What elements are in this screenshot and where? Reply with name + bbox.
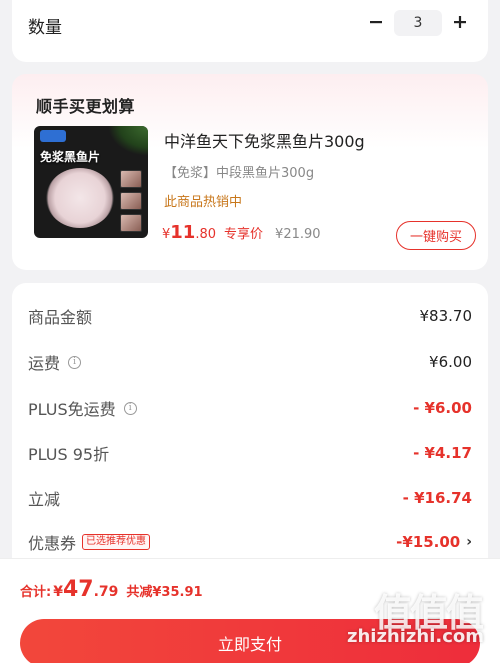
order-total: 合计: ¥ 47 .79 共减¥35.91 [20,577,203,602]
row-value: - ¥4.17 [413,444,472,462]
product-name[interactable]: 中洋鱼天下免浆黑鱼片300g [164,128,365,152]
row-label: 商品金额 [28,308,93,327]
bundle-card: 顺手买更划算 免浆黑鱼片 中洋鱼天下免浆黑鱼片300g 【免浆】中段黑鱼片300… [12,74,488,270]
checkout-bar: 合计: ¥ 47 .79 共减¥35.91 立即支付 [0,558,500,663]
thumb-image [120,192,142,210]
summary-row-shipping: 运费 i ¥6.00 [28,350,472,374]
one-click-buy-button[interactable]: 一键购买 [396,221,476,250]
info-icon[interactable]: i [68,355,82,369]
hot-sale-label: 此商品热销中 [164,195,243,210]
price-currency: ¥ [162,227,171,242]
pay-now-button[interactable]: 立即支付 [20,619,480,663]
product-price: ¥ 11 .80 专享价 ¥21.90 [162,222,321,243]
minus-button[interactable] [364,11,388,35]
quantity-card: 数量 3 [12,0,488,62]
fish-plate-image [46,168,114,228]
quantity-label: 数量 [28,18,62,38]
plus-icon [453,14,467,33]
row-label-wrap: 优惠券 已选推荐优惠 [28,530,151,554]
row-label-wrap: PLUS免运费 i [28,396,137,420]
total-label: 合计: [20,585,52,600]
row-value: ¥83.70 [419,307,473,325]
thumb-image [120,170,142,188]
order-summary-card: 商品金额 ¥83.70 运费 i ¥6.00 PLUS免运费 i - ¥6.00… [12,283,488,583]
brand-logo [40,130,66,142]
total-currency: ¥ [53,584,63,600]
row-value: ¥6.00 [429,353,472,371]
quantity-stepper: 3 [364,10,472,36]
summary-row-goods-amount: 商品金额 ¥83.70 [28,304,472,328]
plus-button[interactable] [448,11,472,35]
row-label: 立减 [28,490,61,509]
price-decimal: .80 [195,227,217,242]
summary-row-plus-discount: PLUS 95折 - ¥4.17 [28,441,472,465]
total-integer: 47 [62,577,94,602]
row-label: PLUS 95折 [28,445,110,464]
bundle-title: 顺手买更划算 [36,97,136,116]
row-value: -¥15.00 [396,533,461,551]
chevron-right-icon: › [466,534,472,550]
summary-row-coupon[interactable]: 优惠券 已选推荐优惠 -¥15.00 › [28,530,472,554]
summary-row-instant-reduction: 立减 - ¥16.74 [28,486,472,510]
summary-row-plus-free-shipping: PLUS免运费 i - ¥6.00 [28,396,472,420]
row-label: 运费 [28,354,61,373]
minus-icon [369,14,383,33]
row-label-wrap: 运费 i [28,350,82,374]
total-decimal: .79 [93,584,119,600]
quantity-input[interactable]: 3 [394,10,442,36]
original-price: ¥21.90 [275,227,321,242]
product-spec: 【免浆】中段黑鱼片300g [164,166,315,181]
info-icon[interactable]: i [123,401,137,415]
exclusive-price-tag: 专享价 [224,227,264,242]
recommended-badge: 已选推荐优惠 [82,534,151,550]
row-label: PLUS免运费 [28,400,116,419]
row-label: 优惠券 [28,534,77,553]
thumb-image [120,214,142,232]
row-value: - ¥16.74 [402,489,472,507]
product-image-label: 免浆黑鱼片 [40,150,101,164]
leaf-decoration [108,126,148,156]
total-saved: 共减¥35.91 [126,585,203,600]
price-integer: 11 [170,222,196,243]
row-value: - ¥6.00 [413,399,472,417]
product-image[interactable]: 免浆黑鱼片 [34,126,148,238]
row-value-wrap: -¥15.00 › [396,533,472,551]
